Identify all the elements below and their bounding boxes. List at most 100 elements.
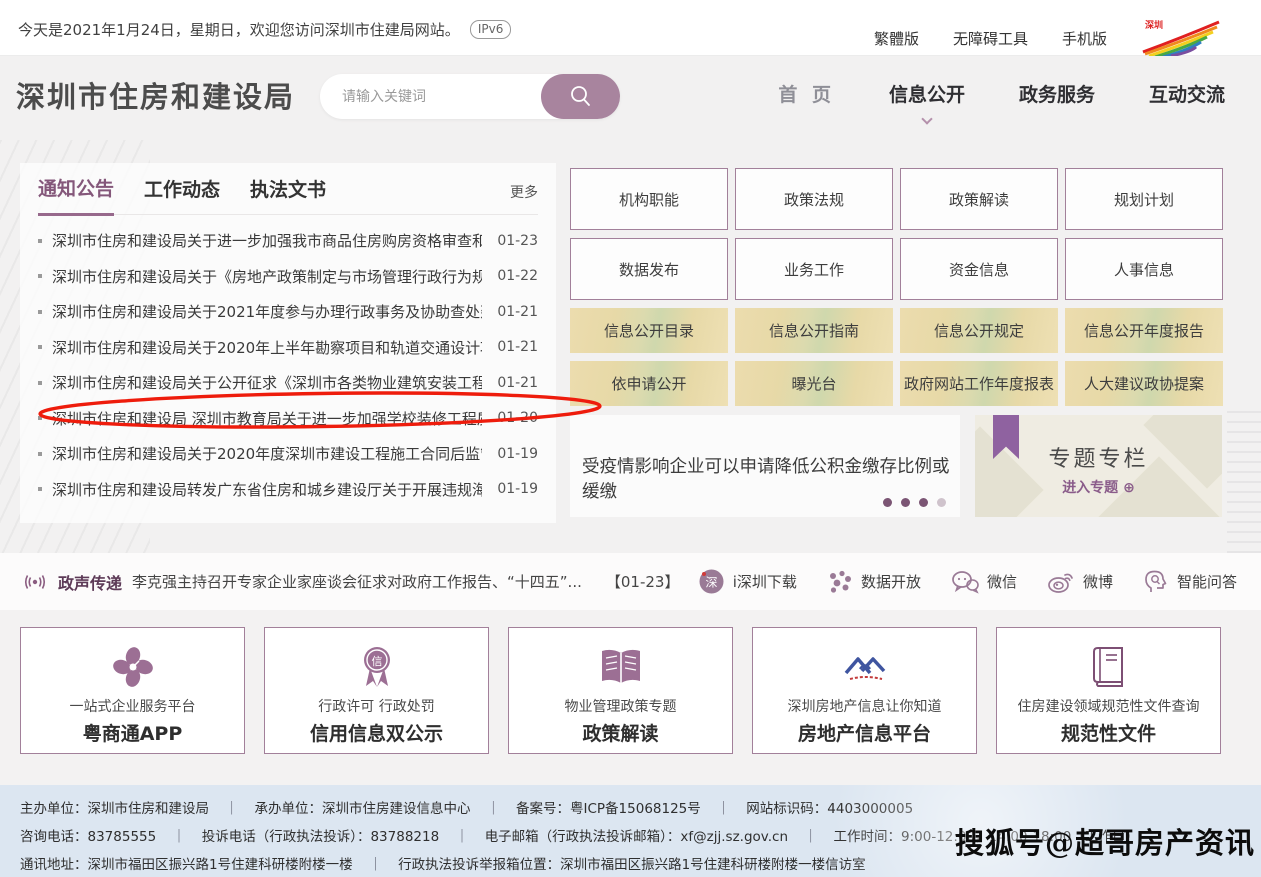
news-row: 深圳市住房和建设局关于2020年度深圳市建设工程施工合同后监管... 01-19 bbox=[38, 436, 538, 472]
quicklink-org-functions[interactable]: 机构职能 bbox=[570, 168, 728, 230]
news-link[interactable]: 深圳市住房和建设局关于进一步加强我市商品住房购房资格审查和... bbox=[52, 230, 482, 251]
footer-row: 主办单位：深圳市住房和建设局｜ 承办单位：深圳市住房建设信息中心｜ 备案号：粤I… bbox=[20, 793, 1261, 821]
welcome-text: 今天是2021年1月24日，星期日，欢迎您访问深圳市住建局网站。IPv6 bbox=[18, 19, 511, 40]
tab-work-dynamics[interactable]: 工作动态 bbox=[144, 175, 220, 214]
news-row: 深圳市住房和建设局关于公开征求《深圳市各类物业建筑安装工程... 01-21 bbox=[38, 365, 538, 401]
news-date: 01-20 bbox=[497, 410, 538, 426]
quicklink-planning[interactable]: 规划计划 bbox=[1065, 168, 1223, 230]
bullet-icon bbox=[38, 274, 42, 278]
shenzhen-logo-text: 深圳 bbox=[1145, 18, 1163, 31]
quicklink-policy-interpretation[interactable]: 政策解读 bbox=[900, 168, 1058, 230]
footer-icp-number: 备案号：粤ICP备15068125号 bbox=[516, 797, 701, 817]
quicklink-website-annual-report[interactable]: 政府网站工作年度报表 bbox=[900, 361, 1058, 406]
welcome-label: 今天是2021年1月24日，星期日，欢迎您访问深圳市住建局网站。 bbox=[18, 21, 460, 39]
news-link[interactable]: 深圳市住房和建设局关于《房地产政策制定与市场管理行政行为规... bbox=[52, 266, 482, 287]
carousel-dots bbox=[883, 498, 946, 507]
link-accessibility[interactable]: 无障碍工具 bbox=[953, 28, 1028, 49]
more-link[interactable]: 更多 bbox=[510, 182, 538, 202]
carousel-dot[interactable] bbox=[883, 498, 892, 507]
site-header: 深圳市住房和建设局 首 页 信息公开 政务服务 互动交流 bbox=[0, 56, 1261, 140]
quicklink-annual-report[interactable]: 信息公开年度报告 bbox=[1065, 308, 1223, 353]
tab-notices[interactable]: 通知公告 bbox=[38, 174, 114, 216]
quicklink-npc-cppcc-proposals[interactable]: 人大建议政协提案 bbox=[1065, 361, 1223, 406]
link-mobile-version[interactable]: 手机版 bbox=[1062, 28, 1107, 49]
news-link[interactable]: 深圳市住房和建设局关于2020年度深圳市建设工程施工合同后监管... bbox=[52, 443, 482, 464]
news-row: 深圳市住房和建设局转发广东省住房和城乡建设厅关于开展违规海... 01-19 bbox=[38, 472, 538, 508]
tool-smart-qa[interactable]: 智能问答 bbox=[1143, 568, 1237, 595]
news-link[interactable]: 深圳市住房和建设局关于2021年度参与办理行政事务及协助查处建... bbox=[52, 301, 482, 322]
tool-ishenzhen-download[interactable]: 深 i深圳下载 bbox=[698, 568, 797, 595]
card-credit-disclosure[interactable]: 信 行政许可 行政处罚 信用信息双公示 bbox=[264, 627, 489, 754]
card-subtitle: 住房建设领域规范性文件查询 bbox=[997, 696, 1220, 716]
voice-date: 【01-23】 bbox=[606, 571, 680, 592]
quicklink-disclosure-rules[interactable]: 信息公开规定 bbox=[900, 308, 1058, 353]
search-input[interactable] bbox=[320, 74, 545, 119]
news-row: 深圳市住房和建设局关于2020年上半年勘察项目和轨道交通设计项...01-21 bbox=[38, 330, 538, 366]
search-box bbox=[320, 74, 620, 119]
footer-undertaking-unit: 承办单位：深圳市住房建设信息中心 bbox=[255, 797, 471, 817]
nav-gov-services[interactable]: 政务服务 bbox=[1019, 80, 1095, 107]
card-subtitle: 物业管理政策专题 bbox=[509, 696, 732, 716]
bullet-icon bbox=[38, 345, 42, 349]
link-traditional-chinese[interactable]: 繁體版 bbox=[874, 28, 919, 49]
nav-home[interactable]: 首 页 bbox=[778, 80, 835, 107]
tool-wechat[interactable]: 微信 bbox=[951, 570, 1017, 594]
quicklink-business-work[interactable]: 业务工作 bbox=[735, 238, 893, 300]
search-button[interactable] bbox=[541, 74, 620, 119]
site-title: 深圳市住房和建设局 bbox=[16, 74, 295, 116]
sohu-watermark: 搜狐号@超哥房产资讯 bbox=[955, 820, 1255, 862]
tool-links: 深 i深圳下载 数据开放 微信 bbox=[698, 553, 1237, 610]
flower-icon bbox=[111, 645, 155, 689]
footer-complaint-box-location: 行政执法投诉举报箱位置：深圳市福田区振兴路1号住建科研楼附楼一楼信访室 bbox=[398, 853, 866, 873]
top-links: 繁體版 无障碍工具 手机版 深圳 bbox=[874, 18, 1221, 58]
quicklink-exposure-platform[interactable]: 曝光台 bbox=[735, 361, 893, 406]
quicklink-personnel-info[interactable]: 人事信息 bbox=[1065, 238, 1223, 300]
quicklink-funds-info[interactable]: 资金信息 bbox=[900, 238, 1058, 300]
quicklink-disclosure-catalog[interactable]: 信息公开目录 bbox=[570, 308, 728, 353]
news-row: 深圳市住房和建设局关于《房地产政策制定与市场管理行政行为规... 01-22 bbox=[38, 259, 538, 295]
main-nav: 首 页 信息公开 政务服务 互动交流 bbox=[778, 80, 1225, 107]
bullet-icon bbox=[38, 487, 42, 491]
carousel-dot[interactable] bbox=[937, 498, 946, 507]
quicklink-data-release[interactable]: 数据发布 bbox=[570, 238, 728, 300]
news-link[interactable]: 深圳市住房和建设局关于2020年上半年勘察项目和轨道交通设计项... bbox=[52, 337, 482, 358]
tool-open-data[interactable]: 数据开放 bbox=[827, 569, 921, 595]
carousel-dot[interactable] bbox=[901, 498, 910, 507]
chevron-down-icon bbox=[921, 113, 932, 124]
nav-info-disclosure[interactable]: 信息公开 bbox=[889, 84, 965, 106]
card-yueshangtong-app[interactable]: 一站式企业服务平台 粤商通APP bbox=[20, 627, 245, 754]
nav-interaction[interactable]: 互动交流 bbox=[1149, 80, 1225, 107]
shenzhen-logo: 深圳 bbox=[1141, 18, 1221, 58]
enter-topics-link[interactable]: 进入专题 ⊕ bbox=[975, 477, 1222, 497]
bullet-icon bbox=[38, 381, 42, 385]
quick-links-grid: 机构职能 政策法规 政策解读 规划计划 数据发布 业务工作 资金信息 人事信息 … bbox=[570, 168, 1223, 414]
quicklink-disclosure-guide[interactable]: 信息公开指南 bbox=[735, 308, 893, 353]
news-date: 01-22 bbox=[497, 268, 538, 284]
card-title: 粤商通APP bbox=[21, 719, 244, 746]
quicklink-policies[interactable]: 政策法规 bbox=[735, 168, 893, 230]
news-link[interactable]: 深圳市住房和建设局关于公开征求《深圳市各类物业建筑安装工程... bbox=[52, 372, 482, 393]
card-normative-documents[interactable]: 住房建设领域规范性文件查询 规范性文件 bbox=[996, 627, 1221, 754]
card-subtitle: 深圳房地产信息让你知道 bbox=[753, 696, 976, 716]
wechat-icon bbox=[951, 570, 979, 594]
carousel-banner[interactable]: 受疫情影响企业可以申请降低公积金缴存比例或缓缴 bbox=[570, 415, 960, 517]
news-panel: 通知公告 工作动态 执法文书 更多 深圳市住房和建设局关于进一步加强我市商品住房… bbox=[20, 163, 556, 523]
carousel-dot[interactable] bbox=[919, 498, 928, 507]
quicklink-disclosure-on-request[interactable]: 依申请公开 bbox=[570, 361, 728, 406]
news-date: 01-19 bbox=[497, 481, 538, 497]
voice-label: 政声传递 bbox=[58, 570, 122, 594]
card-policy-interpretation[interactable]: 物业管理政策专题 政策解读 bbox=[508, 627, 733, 754]
card-real-estate-platform[interactable]: 深圳房地产信息让你知道 房地产信息平台 bbox=[752, 627, 977, 754]
voice-headline[interactable]: 李克强主持召开专家企业家座谈会征求对政府工作报告、“十四五”... bbox=[132, 571, 582, 592]
news-link[interactable]: 深圳市住房和建设局 深圳市教育局关于进一步加强学校装修工程质... bbox=[52, 408, 482, 429]
special-topics-box[interactable]: 专题专栏 进入专题 ⊕ bbox=[975, 415, 1222, 517]
tab-enforcement-docs[interactable]: 执法文书 bbox=[250, 175, 326, 214]
news-link[interactable]: 深圳市住房和建设局转发广东省住房和城乡建设厅关于开展违规海... bbox=[52, 479, 482, 500]
footer-host-unit: 主办单位：深圳市住房和建设局 bbox=[20, 797, 209, 817]
news-date: 01-21 bbox=[497, 375, 538, 391]
open-data-icon bbox=[827, 569, 853, 595]
news-date: 01-19 bbox=[497, 446, 538, 462]
bullet-icon bbox=[38, 239, 42, 243]
tool-weibo[interactable]: 微博 bbox=[1047, 569, 1113, 595]
search-icon bbox=[568, 84, 594, 110]
